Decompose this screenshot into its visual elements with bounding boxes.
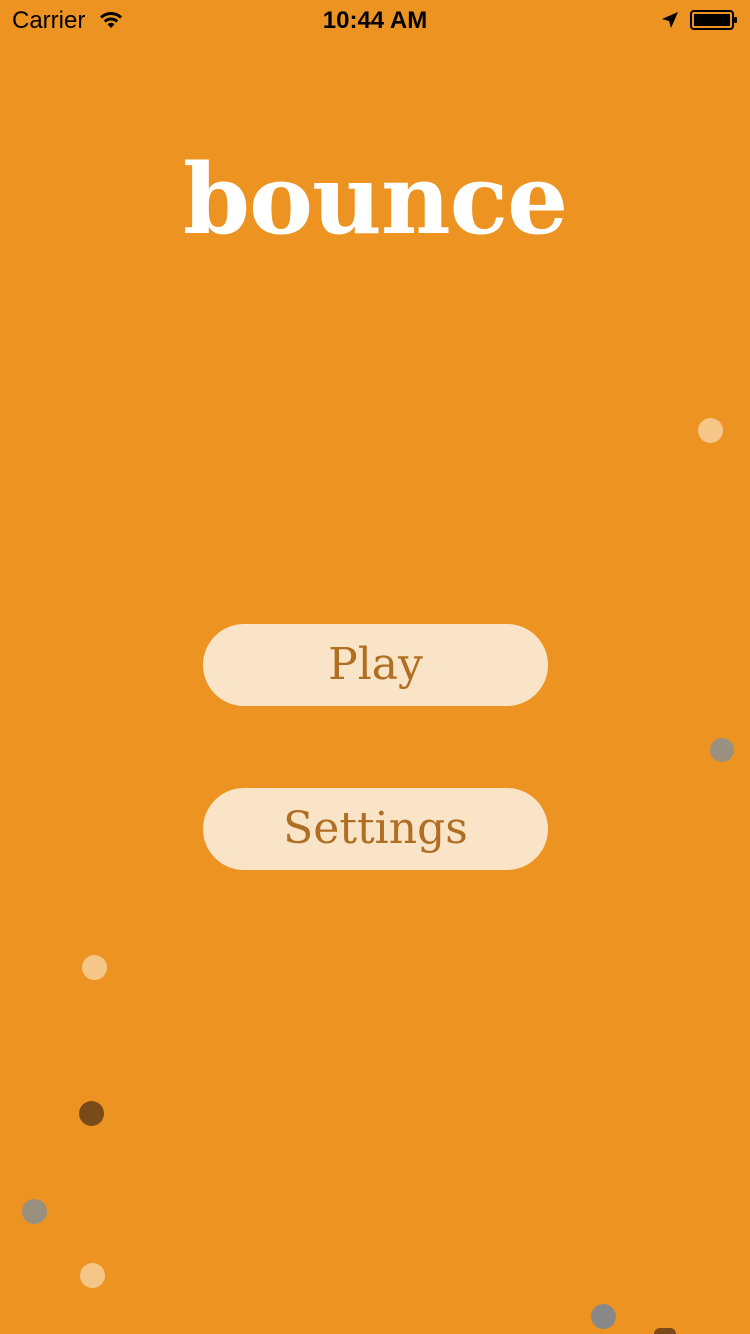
location-arrow-icon <box>662 12 678 28</box>
game-title: bounce <box>182 143 568 256</box>
ball <box>654 1328 676 1334</box>
ball <box>79 1101 104 1126</box>
ball <box>698 418 723 443</box>
clock: 10:44 AM <box>322 7 428 34</box>
settings-button[interactable]: Settings <box>203 788 548 870</box>
ball <box>710 738 734 762</box>
status-bar: Carrier 10:44 AM <box>0 0 750 40</box>
ball <box>80 1263 105 1288</box>
play-button[interactable]: Play <box>203 624 548 706</box>
battery-icon <box>690 10 737 30</box>
ball <box>22 1199 47 1224</box>
ball <box>82 955 107 980</box>
ball <box>591 1304 616 1329</box>
